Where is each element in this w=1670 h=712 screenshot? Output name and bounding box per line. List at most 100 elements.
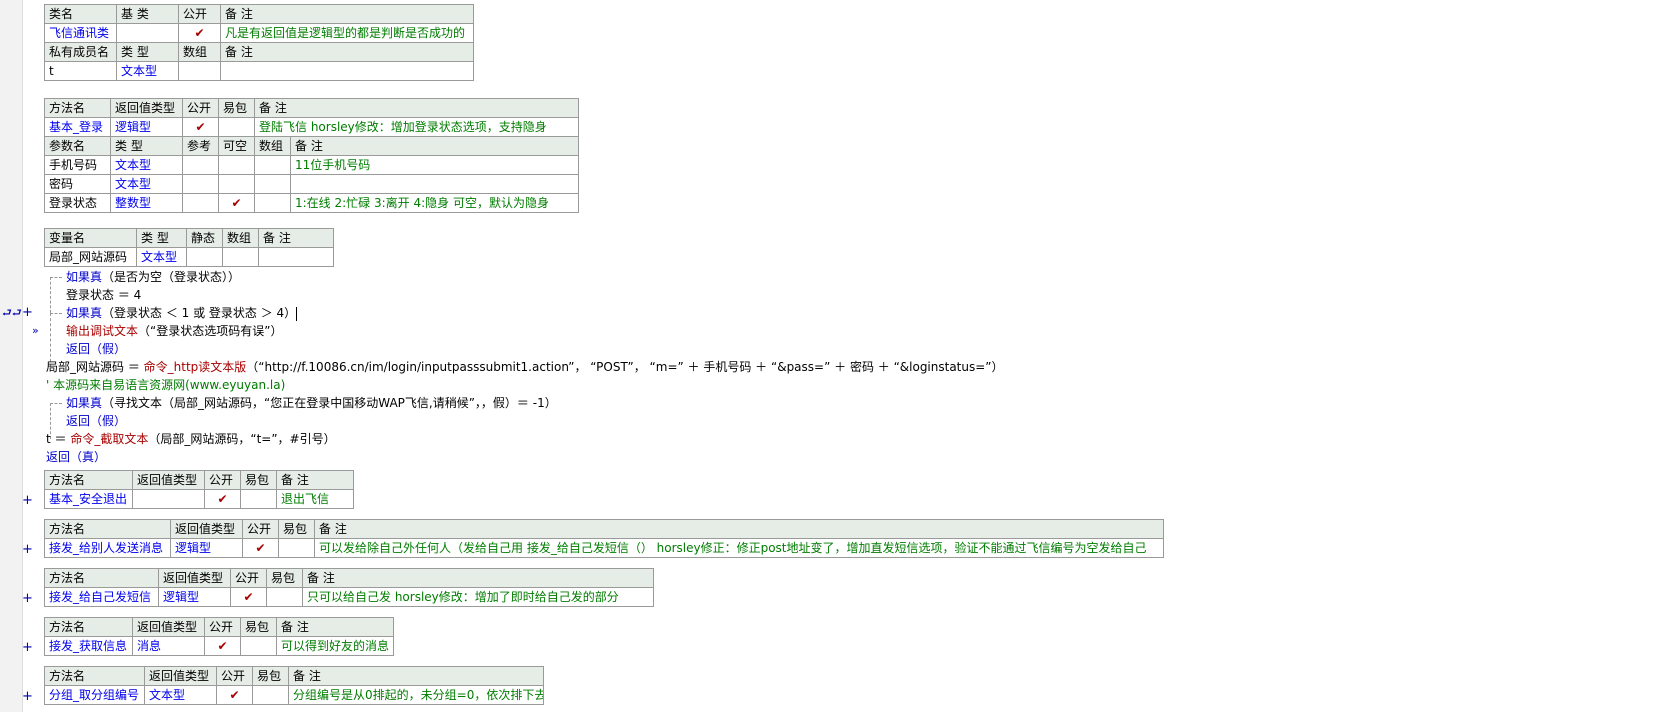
- param-type[interactable]: 文本型: [110, 155, 183, 175]
- method-return-type[interactable]: 逻辑型: [110, 117, 183, 137]
- method-name[interactable]: 基本_安全退出: [44, 489, 133, 509]
- method-return-type[interactable]: 逻辑型: [158, 587, 231, 607]
- method-easy-pack[interactable]: [218, 117, 255, 137]
- breakpoint-arrow-icon[interactable]: ⮐⮐: [2, 306, 22, 320]
- param-array[interactable]: [254, 174, 291, 194]
- method-return-type[interactable]: 逻辑型: [170, 538, 243, 558]
- expand-plus-icon[interactable]: +: [22, 494, 33, 508]
- expand-plus-icon[interactable]: +: [22, 306, 33, 320]
- method-name[interactable]: 接发_获取信息: [44, 636, 133, 656]
- header-var-array: 数组: [222, 228, 259, 248]
- substring-call: 命令_截取文本: [70, 432, 149, 446]
- param-row[interactable]: 手机号码 文本型 11位手机号码: [44, 155, 579, 175]
- method-public-check[interactable]: ✔: [242, 538, 279, 558]
- code-line-4[interactable]: 输出调试文本（“登录状态选项码有误”）: [66, 322, 282, 340]
- class-name[interactable]: 飞信通讯类: [44, 23, 117, 43]
- method-return-type[interactable]: 文本型: [144, 685, 217, 705]
- expand-plus-icon[interactable]: +: [22, 592, 33, 606]
- header-member-array: 数组: [178, 42, 221, 62]
- param-optional[interactable]: [218, 155, 255, 175]
- line-gutter: [0, 0, 23, 712]
- member-type[interactable]: 文本型: [116, 61, 179, 81]
- param-array[interactable]: [254, 193, 291, 213]
- method-note[interactable]: 只可以给自己发 horsley修改：增加了即时给自己发的部分: [302, 587, 654, 607]
- method-public-check[interactable]: ✔: [230, 587, 267, 607]
- method-note[interactable]: 分组编号是从0排起的，未分组=0，依次排下去: [288, 685, 544, 705]
- class-note[interactable]: 凡是有返回值是逻辑型的都是判断是否成功的: [220, 23, 474, 43]
- expand-plus-icon[interactable]: +: [22, 543, 33, 557]
- method-row[interactable]: 分组_取分组编号 文本型 ✔ 分组编号是从0排起的，未分组=0，依次排下去: [44, 685, 544, 705]
- code-line-6[interactable]: 局部_网站源码 ＝ 命令_http读文本版（“http://f.10086.cn…: [46, 358, 1004, 376]
- method-table-group-id: 方法名 返回值类型 公开 易包 备 注 分组_取分组编号 文本型 ✔ 分组编号是…: [44, 666, 544, 705]
- method-return-type[interactable]: 消息: [132, 636, 205, 656]
- method-public-check[interactable]: ✔: [182, 117, 219, 137]
- param-ref[interactable]: [182, 193, 219, 213]
- header-param-array: 数组: [254, 136, 291, 156]
- param-note[interactable]: 11位手机号码: [290, 155, 579, 175]
- method-public-check[interactable]: ✔: [204, 636, 241, 656]
- expand-plus-icon[interactable]: +: [22, 690, 33, 704]
- header-param-type: 类 型: [110, 136, 183, 156]
- class-public-check[interactable]: ✔: [178, 23, 221, 43]
- var-note[interactable]: [258, 247, 334, 267]
- method-row[interactable]: 基本_登录 逻辑型 ✔ 登陆飞信 horsley修改：增加登录状态选项，支持隐身: [44, 117, 579, 137]
- code-line-8[interactable]: 如果真（寻找文本（局部_网站源码，“您正在登录中国移动WAP飞信,请稍候”，，假…: [66, 394, 557, 412]
- param-note[interactable]: 1:在线 2:忙碌 3:离开 4:隐身 可空，默认为隐身: [290, 193, 579, 213]
- param-row[interactable]: 密码 文本型: [44, 174, 579, 194]
- method-name[interactable]: 分组_取分组编号: [44, 685, 145, 705]
- code-line-5[interactable]: 返回（假）: [66, 340, 126, 358]
- keyword-if-true: 如果真: [66, 396, 103, 410]
- method-return-type[interactable]: [132, 489, 205, 509]
- method-row[interactable]: 接发_获取信息 消息 ✔ 可以得到好友的消息: [44, 636, 394, 656]
- var-row[interactable]: 局部_网站源码 文本型: [44, 247, 334, 267]
- header-public: 公开: [182, 98, 219, 118]
- method-row[interactable]: 接发_给别人发送消息 逻辑型 ✔ 可以发给除自己外任何人（发给自己用 接发_给自…: [44, 538, 1164, 558]
- method-table-send-self: 方法名 返回值类型 公开 易包 备 注 接发_给自己发短信 逻辑型 ✔ 只可以给…: [44, 568, 654, 607]
- code-line-10[interactable]: t ＝ 命令_截取文本（局部_网站源码，“t=”，#引号）: [46, 430, 336, 448]
- member-row[interactable]: t 文本型: [44, 61, 474, 81]
- param-name[interactable]: 手机号码: [44, 155, 111, 175]
- param-type[interactable]: 文本型: [110, 174, 183, 194]
- param-optional-check[interactable]: ✔: [218, 193, 255, 213]
- member-name[interactable]: t: [44, 61, 117, 81]
- code-line-11[interactable]: 返回（真）: [46, 448, 106, 466]
- method-name[interactable]: 接发_给别人发送消息: [44, 538, 171, 558]
- code-line-2[interactable]: 登录状态 ＝ 4: [66, 286, 141, 304]
- header-member-type: 类 型: [116, 42, 179, 62]
- method-public-check[interactable]: ✔: [204, 489, 241, 509]
- var-type[interactable]: 文本型: [136, 247, 187, 267]
- class-row[interactable]: 飞信通讯类 ✔ 凡是有返回值是逻辑型的都是判断是否成功的: [44, 23, 474, 43]
- param-name[interactable]: 登录状态: [44, 193, 111, 213]
- var-array[interactable]: [222, 247, 259, 267]
- param-type[interactable]: 整数型: [110, 193, 183, 213]
- method-note[interactable]: 登陆飞信 horsley修改：增加登录状态选项，支持隐身: [254, 117, 579, 137]
- class-base[interactable]: [116, 23, 179, 43]
- var-name[interactable]: 局部_网站源码: [44, 247, 137, 267]
- code-line-9[interactable]: 返回（假）: [66, 412, 126, 430]
- method-note[interactable]: 可以得到好友的消息: [276, 636, 394, 656]
- keyword-if-true: 如果真: [66, 270, 103, 284]
- method-row[interactable]: 接发_给自己发短信 逻辑型 ✔ 只可以给自己发 horsley修改：增加了即时给…: [44, 587, 654, 607]
- param-array[interactable]: [254, 155, 291, 175]
- param-note[interactable]: [290, 174, 579, 194]
- param-name[interactable]: 密码: [44, 174, 111, 194]
- method-note[interactable]: 可以发给除自己外任何人（发给自己用 接发_给自己发短信（） horsley修正：…: [314, 538, 1164, 558]
- member-array[interactable]: [178, 61, 221, 81]
- method-name[interactable]: 基本_登录: [44, 117, 111, 137]
- member-note[interactable]: [220, 61, 474, 81]
- code-line-3[interactable]: 如果真（登录状态 ＜ 1 或 登录状态 ＞ 4）: [66, 304, 298, 322]
- param-row[interactable]: 登录状态 整数型 ✔ 1:在线 2:忙碌 3:离开 4:隐身 可空，默认为隐身: [44, 193, 579, 213]
- method-public-check[interactable]: ✔: [216, 685, 253, 705]
- code-line-1[interactable]: 如果真（是否为空（登录状态））: [66, 268, 240, 286]
- var-static[interactable]: [186, 247, 223, 267]
- method-note[interactable]: 退出飞信: [276, 489, 354, 509]
- param-optional[interactable]: [218, 174, 255, 194]
- header-member-note: 备 注: [220, 42, 474, 62]
- method-name[interactable]: 接发_给自己发短信: [44, 587, 159, 607]
- local-var-table: 变量名 类 型 静态 数组 备 注 局部_网站源码 文本型: [44, 228, 334, 267]
- expand-plus-icon[interactable]: +: [22, 641, 33, 655]
- param-ref[interactable]: [182, 174, 219, 194]
- method-row[interactable]: 基本_安全退出 ✔ 退出飞信: [44, 489, 354, 509]
- param-ref[interactable]: [182, 155, 219, 175]
- code-comment-line[interactable]: ' 本源码来自易语言资源网(www.eyuyan.la): [46, 376, 285, 394]
